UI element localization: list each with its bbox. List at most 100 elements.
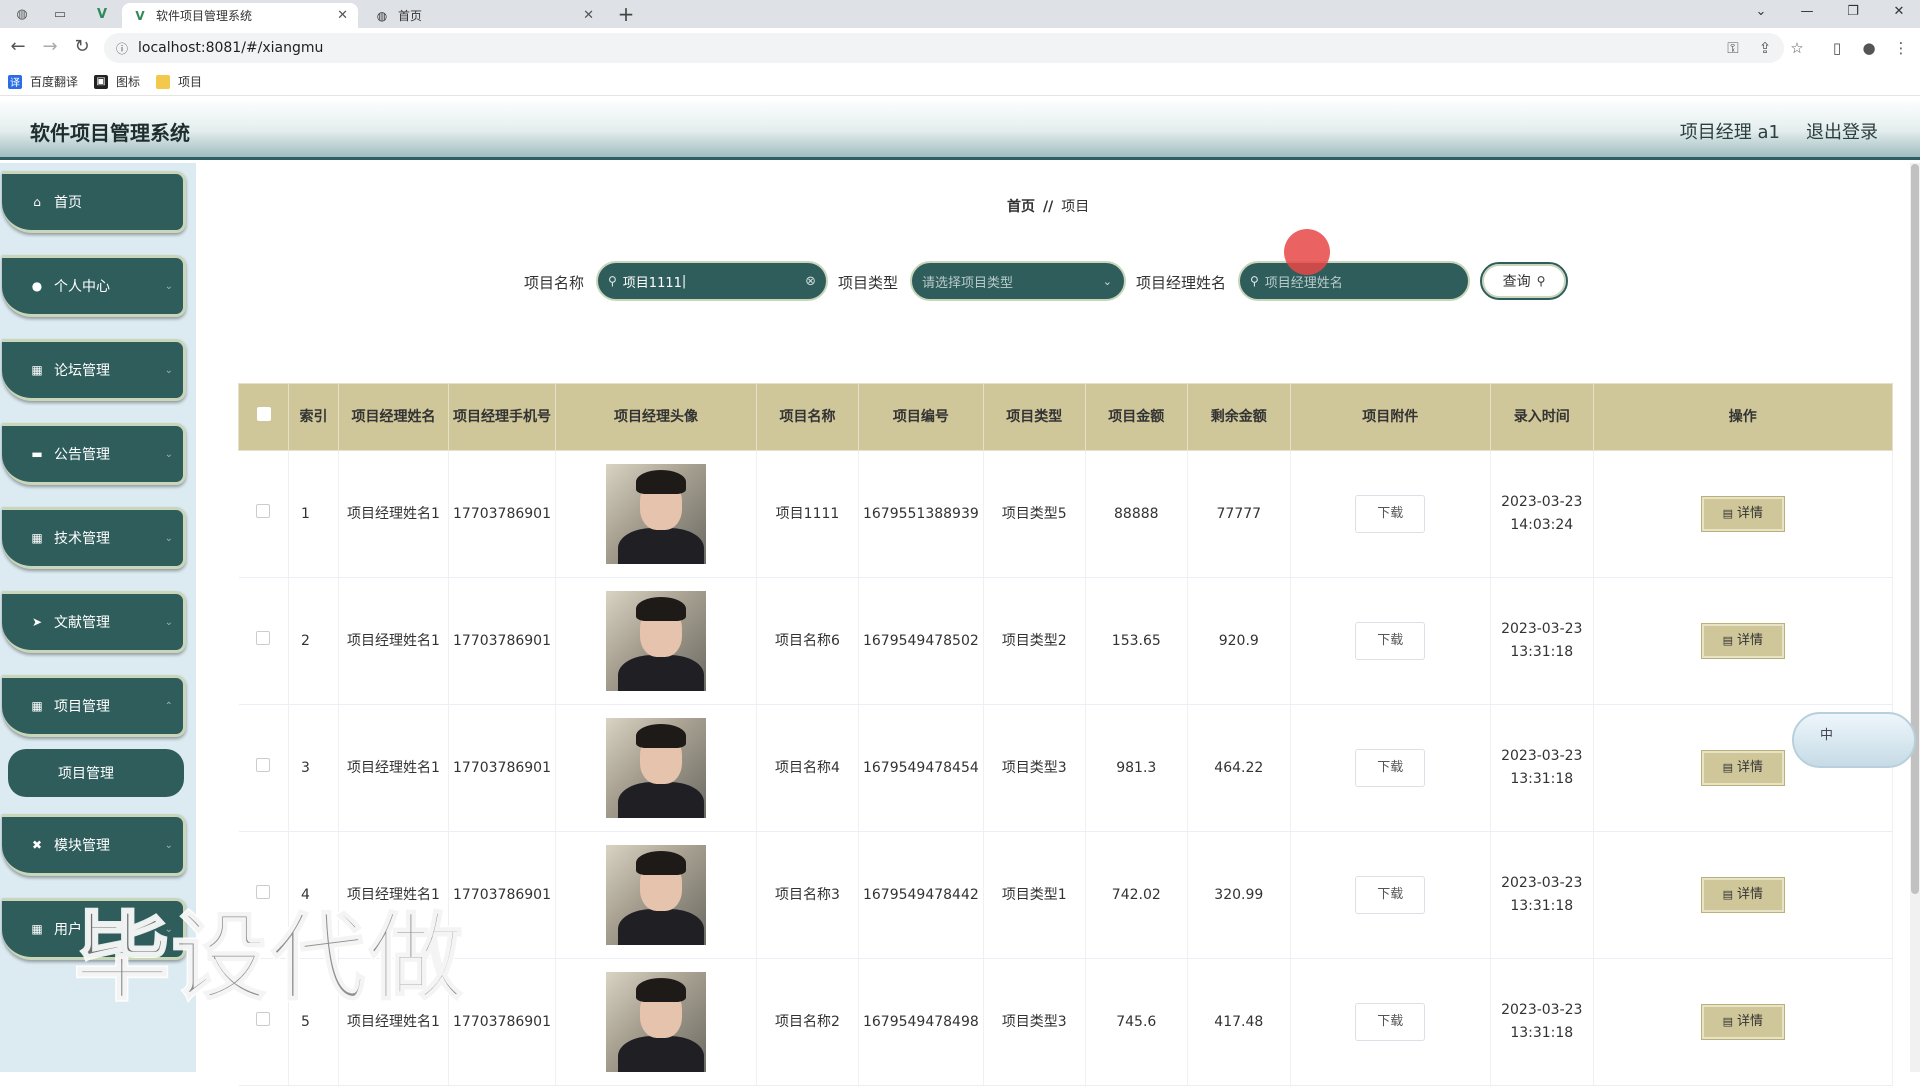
download-button[interactable]: 下载 (1355, 749, 1426, 787)
detail-button[interactable]: ▤ 详情 (1700, 877, 1785, 913)
menu-icon[interactable]: ⋮ (1890, 39, 1912, 57)
logout-link[interactable]: 退出登录 (1806, 118, 1878, 144)
chevron-down-icon: ⌄ (164, 532, 173, 544)
breadcrumb-home[interactable]: 首页 (1007, 199, 1035, 215)
profile-icon[interactable]: ● (1858, 39, 1880, 57)
row-checkbox[interactable] (256, 503, 271, 518)
minimize-icon[interactable]: — (1792, 4, 1822, 19)
download-button[interactable]: 下载 (1355, 1003, 1426, 1041)
manager-name-input[interactable]: ⚲ 项目经理姓名 (1238, 261, 1470, 301)
grid-icon: ▦ (31, 363, 43, 377)
chevron-up-icon: ⌃ (164, 700, 173, 712)
sidebar-item-literature[interactable]: ➤ 文献管理 ⌄ (2, 591, 186, 653)
created-time: 14:03:24 (1510, 517, 1574, 533)
site-info-icon[interactable]: ⓘ (116, 40, 128, 57)
detail-button[interactable]: ▤ 详情 (1700, 750, 1785, 786)
document-icon: ▤ (1722, 634, 1733, 647)
pinned-tab-globe-icon[interactable]: ◍ (8, 3, 36, 25)
ime-widget[interactable]: 中 (1792, 712, 1916, 768)
new-tab-icon[interactable]: + (614, 2, 638, 26)
actions-cell: ▤ 详情 (1593, 577, 1893, 705)
created-time: 13:31:18 (1510, 1025, 1574, 1041)
forward-icon[interactable]: → (38, 36, 62, 57)
reload-icon[interactable]: ↻ (70, 36, 94, 57)
url-input[interactable]: ⓘ localhost:8081/#/xiangmu (104, 33, 1784, 63)
text-caret: | (681, 273, 687, 289)
sidebar-item-forum[interactable]: ▦ 论坛管理 ⌄ (2, 339, 186, 401)
close-icon[interactable]: ✕ (337, 8, 348, 23)
app-header: 软件项目管理系统 项目经理 a1 退出登录 (0, 98, 1920, 160)
table-row: 1 项目经理姓名1 17703786901 项目1111 16795513889… (238, 450, 1893, 578)
manager-avatar (605, 718, 706, 818)
chevron-down-icon: ⌄ (164, 448, 173, 460)
bookmark-folder-project[interactable]: 项目 (156, 73, 202, 90)
folder-icon (156, 74, 171, 89)
bookmark-label: 图标 (116, 75, 141, 89)
image-icon: ▣ (94, 74, 109, 89)
close-icon[interactable]: ✕ (583, 8, 594, 23)
grid-icon: ▦ (31, 922, 43, 936)
sidebar-subitem-project-management[interactable]: 项目管理 (8, 749, 184, 797)
detail-button[interactable]: ▤ 详情 (1700, 623, 1785, 659)
sidebar-item-label: 模块管理 (54, 838, 110, 854)
sidebar-item-home[interactable]: ⌂ 首页 (2, 171, 186, 233)
created-time-cell: 2023-03-23 13:31:18 (1490, 704, 1594, 832)
manager-phone-cell: 17703786901 (448, 450, 556, 578)
table-row: 5 项目经理姓名1 17703786901 项目名称2 167954947849… (238, 958, 1893, 1086)
sidebar-item-label: 项目管理 (54, 699, 110, 715)
download-button[interactable]: 下载 (1355, 622, 1426, 660)
monitor-icon: ▬ (31, 447, 43, 461)
created-time: 13:31:18 (1510, 771, 1574, 787)
select-all-checkbox[interactable] (256, 406, 271, 421)
column-header: 项目附件 (1289, 383, 1491, 451)
pinned-tab-vue-icon[interactable]: V (88, 3, 116, 25)
star-icon[interactable]: ☆ (1786, 39, 1808, 57)
download-button[interactable]: 下载 (1355, 876, 1426, 914)
row-checkbox[interactable] (256, 630, 271, 645)
row-checkbox[interactable] (256, 757, 271, 772)
download-button[interactable]: 下载 (1355, 495, 1426, 533)
pinned-tab-blank-icon[interactable]: ▭ (46, 3, 74, 25)
side-panel-icon[interactable]: ▯ (1826, 39, 1848, 57)
breadcrumb-current: 项目 (1061, 199, 1090, 215)
scrollbar-thumb[interactable] (1911, 164, 1919, 894)
project-name-input[interactable]: ⚲ 项目1111 | ⊗ (596, 261, 828, 301)
sidebar-item-personal-center[interactable]: ● 个人中心 ⌄ (2, 255, 186, 317)
chevron-down-icon: ⌄ (1102, 274, 1112, 288)
chevron-down-icon: ⌄ (164, 839, 173, 851)
bookmark-baidu-translate[interactable]: 译 百度翻译 (8, 73, 78, 90)
sidebar-item-project[interactable]: ▦ 项目管理 ⌃ (2, 675, 186, 737)
attachment-cell: 下载 (1290, 704, 1491, 832)
sidebar-item-module[interactable]: ✖ 模块管理 ⌄ (2, 814, 186, 876)
column-header: 项目经理头像 (554, 383, 757, 451)
tab-search-icon[interactable]: ⌄ (1746, 4, 1776, 19)
chevron-down-icon: ⌄ (164, 616, 173, 628)
row-select-cell (238, 704, 289, 832)
grid-icon: ▦ (31, 699, 43, 713)
window-close-icon[interactable]: ✕ (1884, 4, 1914, 19)
clear-icon[interactable]: ⊗ (805, 274, 816, 289)
browser-tab-strip: ◍ ▭ V V 软件项目管理系统 ✕ ◍ 首页 ✕ + ⌄ — ❐ ✕ (0, 0, 1920, 28)
project-type-select[interactable]: 请选择项目类型 ⌄ (910, 261, 1126, 301)
detail-button-label: 详情 (1736, 506, 1763, 521)
key-icon[interactable]: ⚿ (1722, 39, 1744, 57)
tab-title: 软件项目管理系统 (156, 9, 253, 23)
url-text: localhost:8081/#/xiangmu (138, 40, 324, 56)
avatar-cell (555, 450, 757, 578)
detail-button[interactable]: ▤ 详情 (1700, 1004, 1785, 1040)
back-icon[interactable]: ← (6, 36, 30, 57)
browser-tab-active[interactable]: V 软件项目管理系统 ✕ (122, 3, 358, 28)
bookmark-icons[interactable]: ▣ 图标 (94, 73, 140, 90)
query-button[interactable]: 查询 ⚲ (1480, 262, 1568, 300)
manager-name-cell: 项目经理姓名1 (338, 450, 449, 578)
restore-icon[interactable]: ❐ (1838, 4, 1868, 19)
select-all-cell (238, 383, 289, 451)
actions-cell: ▤ 详情 (1593, 958, 1893, 1086)
sidebar-item-notice[interactable]: ▬ 公告管理 ⌄ (2, 423, 186, 485)
column-header: 项目金额 (1084, 383, 1188, 451)
share-icon[interactable]: ⇪ (1754, 39, 1776, 57)
browser-tab[interactable]: ◍ 首页 ✕ (364, 3, 604, 28)
row-select-cell (238, 577, 289, 705)
sidebar-item-tech[interactable]: ▦ 技术管理 ⌄ (2, 507, 186, 569)
detail-button[interactable]: ▤ 详情 (1700, 496, 1785, 532)
